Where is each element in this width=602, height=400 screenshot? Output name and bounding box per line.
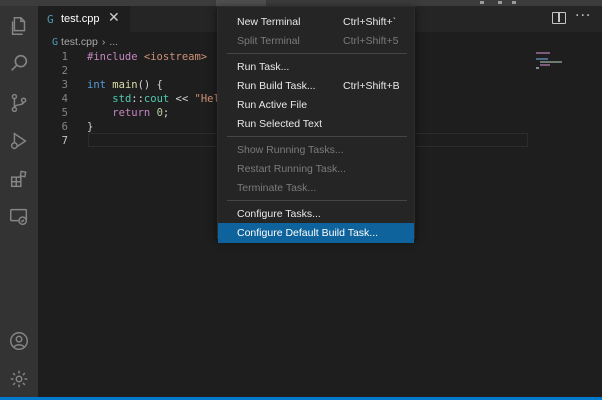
code-token: cout — [143, 93, 170, 105]
code-token: int — [87, 79, 106, 91]
menu-item[interactable]: Run Selected Text — [218, 114, 414, 134]
more-actions-icon[interactable]: ··· — [575, 8, 591, 24]
code-token: return — [112, 107, 151, 119]
minimap[interactable] — [536, 50, 586, 80]
menu-item[interactable]: New Terminal Ctrl+Shift+` — [218, 12, 414, 32]
menu-item-shortcut: Ctrl+Shift+` — [343, 16, 397, 28]
title-bar-mark — [498, 1, 502, 4]
menu-separator — [227, 53, 407, 54]
menu-item[interactable]: Run Task... — [218, 57, 414, 77]
code-token: :: — [131, 93, 144, 105]
title-bar-mark — [480, 1, 484, 4]
code-text[interactable]: return 0; — [87, 106, 169, 120]
title-bar-mark — [512, 1, 516, 4]
code-text[interactable]: #include <iostream> — [87, 50, 207, 64]
code-token: () { — [137, 79, 163, 91]
menu-item-label: Run Build Task... — [237, 80, 316, 92]
code-text[interactable]: int main() { — [87, 78, 163, 92]
line-number: 3 — [61, 79, 68, 91]
menu-item[interactable]: Configure Tasks... — [218, 204, 414, 224]
breadcrumb-file[interactable]: test.cpp — [61, 36, 98, 48]
menu-item: Terminate Task... — [218, 178, 414, 198]
menu-item-shortcut: Ctrl+Shift+5 — [343, 35, 399, 47]
close-icon[interactable]: ✕ — [108, 10, 120, 26]
search-icon[interactable] — [7, 51, 31, 75]
line-number: 4 — [61, 93, 68, 105]
remote-explorer-icon[interactable] — [7, 205, 31, 229]
line-number: 1 — [61, 51, 68, 63]
menu-item-shortcut: Ctrl+Shift+B — [343, 80, 400, 92]
menu-separator — [227, 200, 407, 201]
cpp-file-icon: G — [52, 36, 59, 48]
files-icon[interactable] — [7, 14, 31, 38]
extensions-icon[interactable] — [7, 167, 31, 191]
menu-item-label: New Terminal — [237, 16, 301, 28]
menu-item: Restart Running Task... — [218, 159, 414, 179]
terminal-menu: New Terminal Ctrl+Shift+` Split Terminal Ct… — [217, 6, 415, 243]
code-token: main — [112, 79, 138, 91]
menu-item-label: Configure Default Build Task... — [237, 227, 379, 239]
split-editor-icon[interactable] — [552, 12, 566, 24]
code-token: std — [112, 93, 132, 105]
line-number: 2 — [61, 65, 68, 77]
breadcrumb-separator: › — [101, 36, 106, 48]
line-number: 7 — [61, 135, 68, 147]
menu-item-label: Configure Tasks... — [237, 208, 321, 220]
code-token: ; — [162, 107, 170, 119]
cpp-file-icon: G — [47, 12, 54, 26]
activity-bar — [0, 6, 38, 398]
menu-item-label: Restart Running Task... — [237, 163, 346, 175]
code-token: <iostream> — [143, 51, 208, 63]
menu-item-label: Show Running Tasks... — [237, 144, 344, 156]
menu-item[interactable]: Configure Default Build Task... — [218, 223, 414, 243]
menu-item-label: Run Selected Text — [237, 118, 323, 130]
breadcrumb-rest[interactable]: ... — [109, 36, 118, 48]
line-number: 5 — [61, 107, 68, 119]
breadcrumb: G test.cpp › ... — [52, 35, 118, 49]
menu-item-label: Terminate Task... — [237, 182, 317, 194]
tab-test-cpp[interactable]: G test.cpp ✕ — [38, 6, 130, 32]
line-number: 6 — [61, 121, 68, 133]
menu-item[interactable]: Run Build Task... Ctrl+Shift+B — [218, 76, 414, 96]
account-icon[interactable] — [7, 329, 31, 353]
code-token: << — [169, 93, 195, 105]
tab-label: test.cpp — [61, 13, 100, 25]
code-token: #include — [87, 51, 144, 63]
menu-item-label: Run Task... — [237, 61, 290, 73]
menu-item[interactable]: Run Active File — [218, 95, 414, 115]
menu-item-label: Run Active File — [237, 99, 308, 111]
menu-item: Show Running Tasks... — [218, 140, 414, 160]
code-token: } — [87, 121, 94, 133]
source-control-icon[interactable] — [7, 91, 31, 115]
code-text[interactable]: std::cout << "Hello — [87, 92, 232, 106]
menu-item: Split Terminal Ctrl+Shift+5 — [218, 31, 414, 51]
menu-item-label: Split Terminal — [237, 35, 300, 47]
menu-separator — [227, 136, 407, 137]
run-debug-icon[interactable] — [7, 129, 31, 153]
editor-scrollbar[interactable] — [590, 50, 600, 390]
manage-gear-icon[interactable] — [7, 367, 31, 391]
code-text[interactable]: } — [87, 120, 93, 134]
